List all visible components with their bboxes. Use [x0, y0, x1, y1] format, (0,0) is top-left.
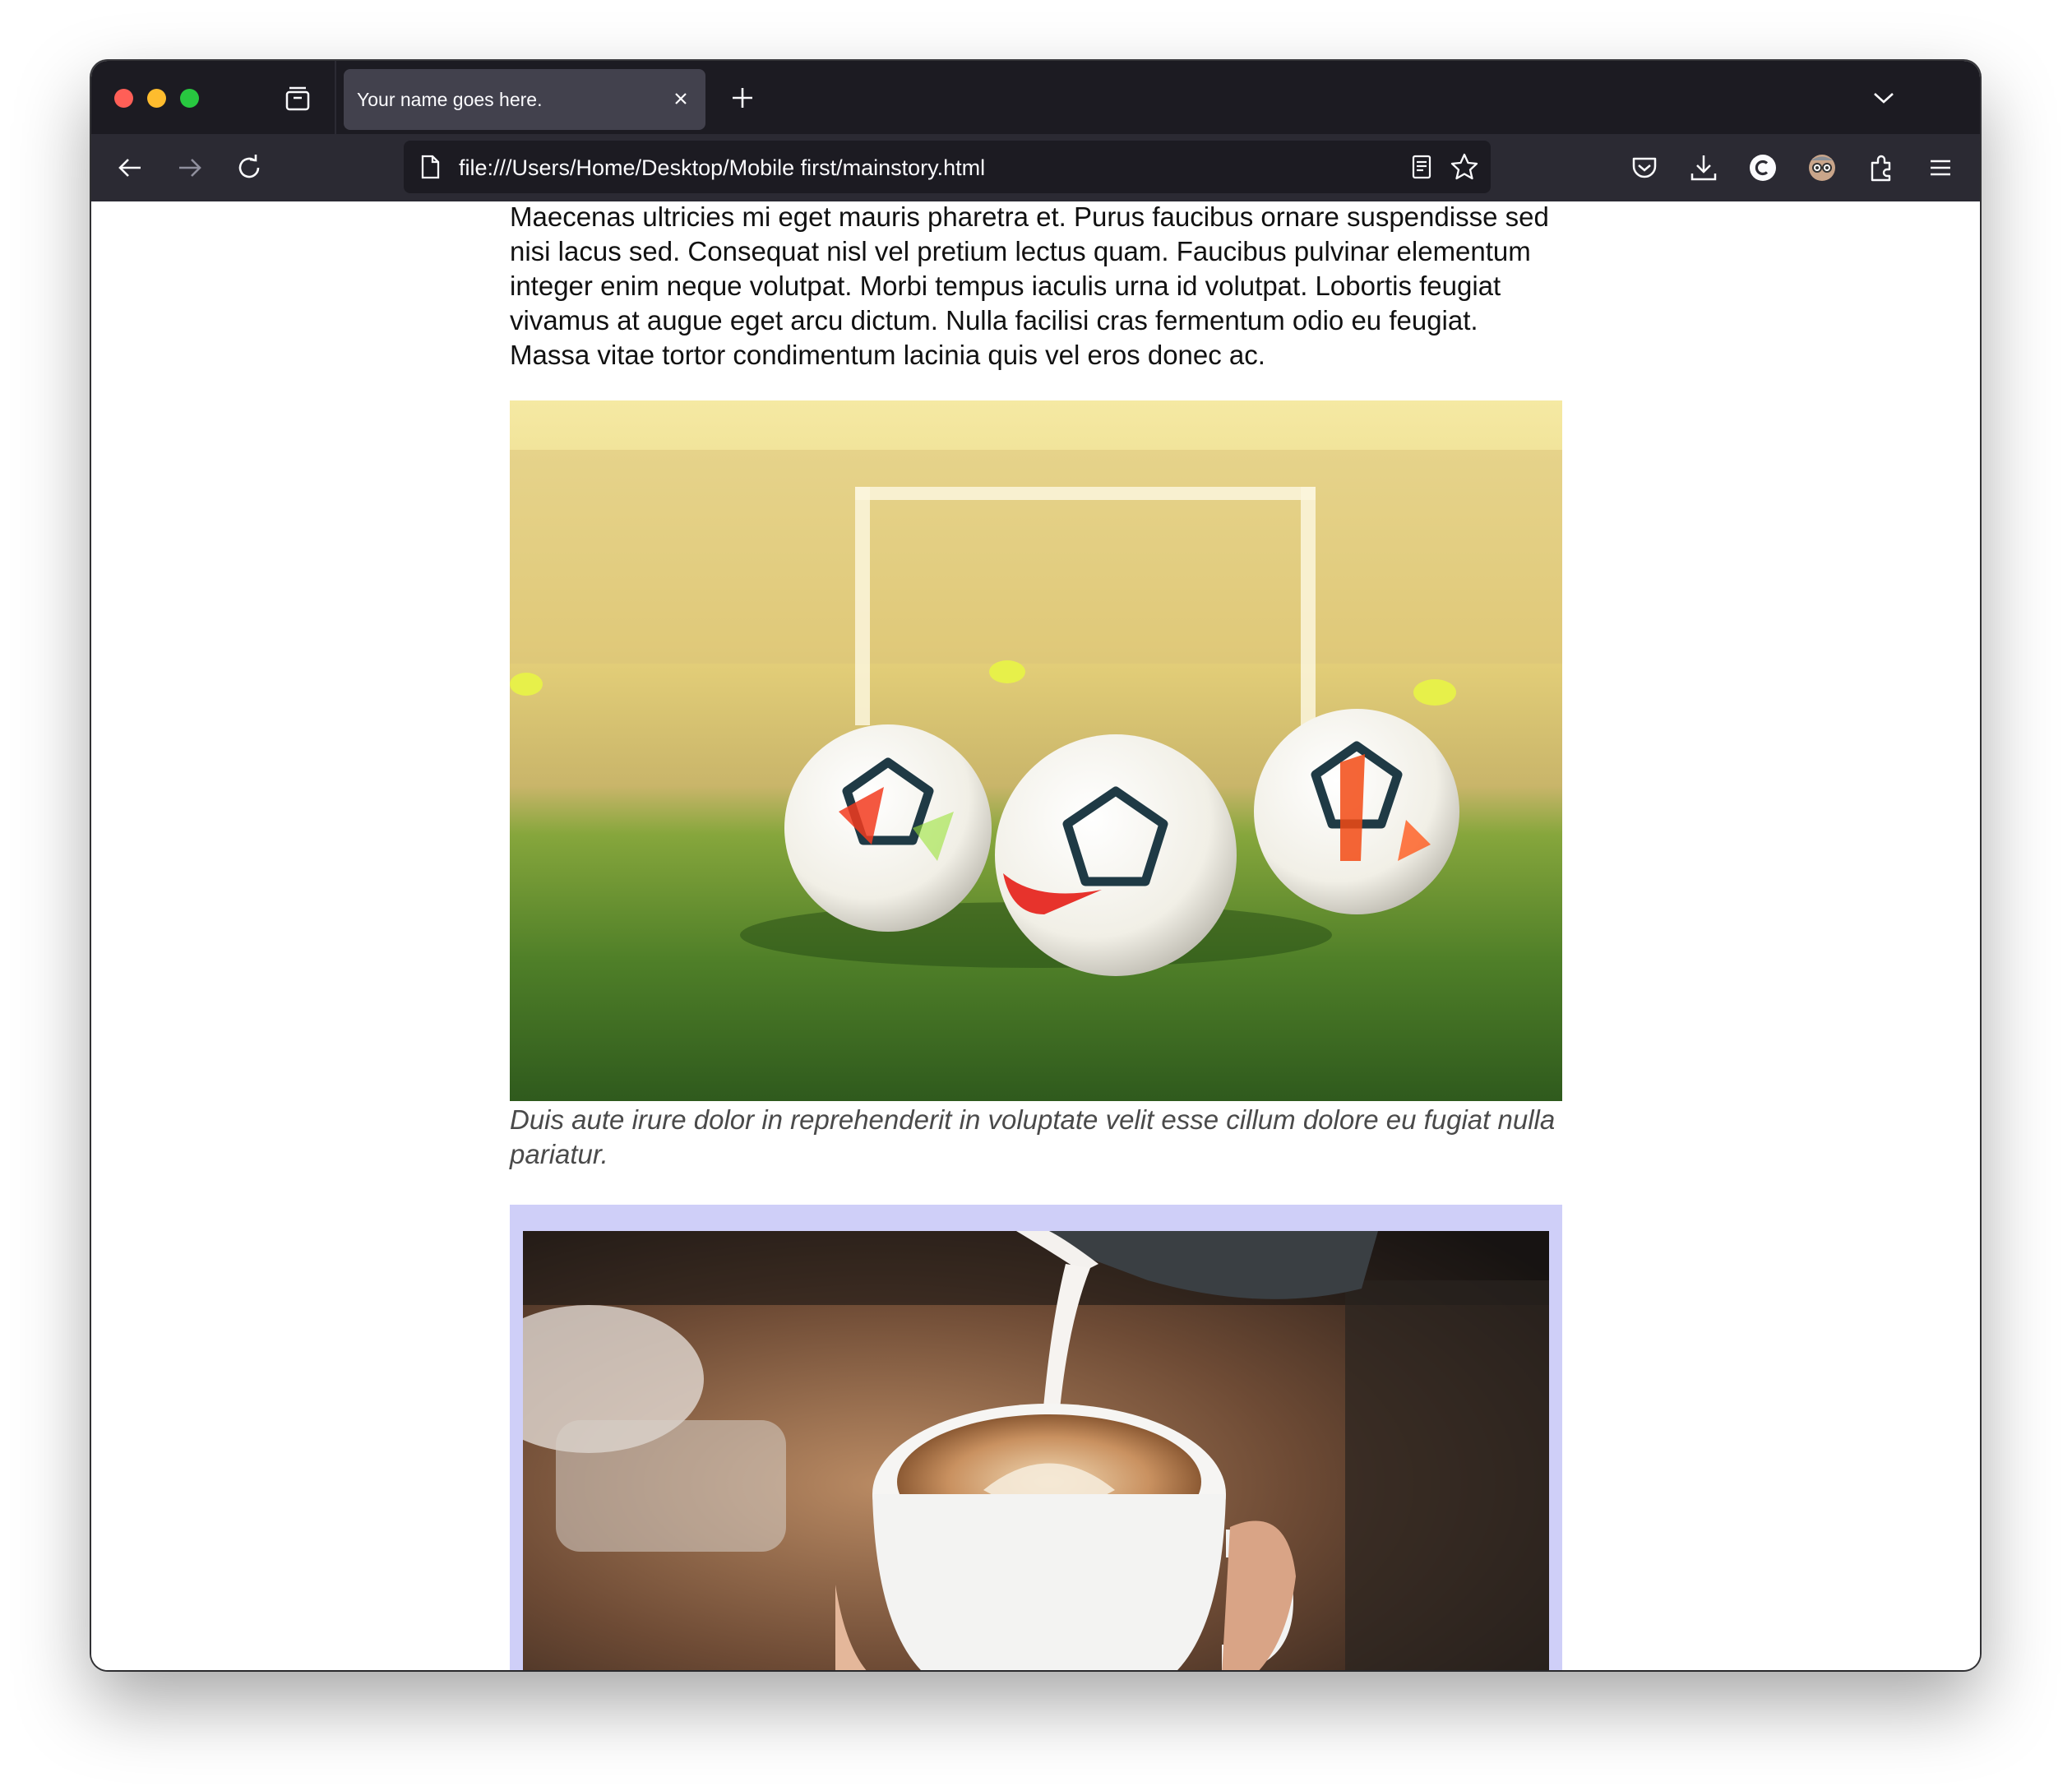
soccer-balls-photo: [510, 400, 1562, 1101]
puzzle-icon[interactable]: [1866, 152, 1897, 183]
tab-title: Your name goes here.: [357, 89, 543, 110]
main-story: Maecenas ultricies mi eget mauris pharet…: [510, 201, 1562, 1670]
zoom-window-button[interactable]: [180, 89, 199, 108]
star-icon[interactable]: [1450, 152, 1479, 182]
close-icon[interactable]: [669, 87, 692, 110]
plus-icon[interactable]: [728, 84, 756, 112]
account-avatar-icon[interactable]: [1806, 152, 1838, 183]
tab-active[interactable]: Your name goes here.: [344, 69, 705, 130]
pocket-icon[interactable]: [1629, 152, 1660, 183]
latte-art-photo: [523, 1231, 1549, 1670]
back-arrow-icon[interactable]: [114, 152, 146, 183]
reload-icon[interactable]: [234, 152, 265, 183]
browser-window: Your name goes here. file:///Users/Home/…: [91, 61, 1980, 1670]
navigation-toolbar: file:///Users/Home/Desktop/Mobile first/…: [91, 134, 1980, 202]
page-viewport[interactable]: Maecenas ultricies mi eget mauris pharet…: [91, 201, 1980, 1670]
close-window-button[interactable]: [114, 89, 133, 108]
chevron-down-icon[interactable]: [1871, 86, 1896, 110]
story-paragraph: Maecenas ultricies mi eget mauris pharet…: [510, 201, 1549, 370]
tab-divider: [335, 61, 336, 134]
firefox-view-icon[interactable]: [283, 84, 312, 113]
address-bar[interactable]: file:///Users/Home/Desktop/Mobile first/…: [404, 141, 1491, 193]
download-icon[interactable]: [1688, 152, 1719, 183]
reader-view-icon[interactable]: [1408, 154, 1435, 180]
page-icon: [418, 154, 442, 180]
hamburger-menu-icon[interactable]: [1925, 152, 1956, 183]
minimize-window-button[interactable]: [147, 89, 166, 108]
tab-strip: Your name goes here.: [91, 61, 1980, 134]
coffee-figure-frame: [510, 1205, 1562, 1670]
c-extension-icon[interactable]: [1747, 152, 1778, 183]
forward-arrow-icon[interactable]: [174, 152, 206, 183]
url-text[interactable]: file:///Users/Home/Desktop/Mobile first/…: [459, 155, 985, 181]
figure-caption: Duis aute irure dolor in reprehenderit i…: [510, 1104, 1556, 1169]
